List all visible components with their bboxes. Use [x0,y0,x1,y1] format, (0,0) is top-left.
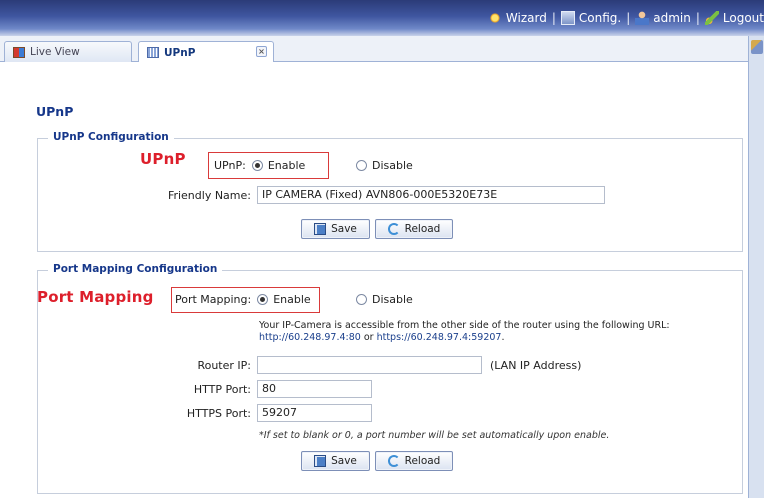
logout-link[interactable]: Logout [704,11,764,25]
upnp-enable-radio[interactable] [251,160,263,171]
side-panel [748,36,764,498]
upnp-annotation: UPnP [140,150,186,168]
enable-label: Enable [273,293,311,306]
user-icon [635,11,650,25]
port-save-button[interactable]: Save [301,451,370,471]
nav-separator: | [626,11,631,25]
monitor-icon [560,11,575,25]
logout-label: Logout [722,11,764,25]
nav-separator: | [695,11,700,25]
port-mapping-label: Port Mapping: [175,293,252,306]
tab-strip: Live View UPnP × [0,36,764,63]
upnp-disable-option: Disable [356,159,413,172]
wizard-icon [487,11,502,25]
network-icon [147,47,159,58]
main-panel: UPnP UPnP Configuration UPnP UPnP: Enabl… [16,62,746,498]
friendly-name-input[interactable]: IP CAMERA (Fixed) AVN806-000E5320E73E [257,186,605,204]
top-nav: Wizard | Config. | admin | Logout [487,9,764,27]
port-mapping-disable-option: Disable [356,293,413,306]
logout-icon [704,11,719,25]
friendly-name-row: Friendly Name: [155,189,251,202]
port-reload-button[interactable]: Reload [375,451,453,471]
upnp-radio-group: UPnP: Enable [214,159,305,172]
friendly-name-label: Friendly Name: [167,189,251,202]
router-ip-input[interactable] [257,356,482,374]
https-port-label: HTTPS Port: [186,407,251,420]
reload-icon [387,223,400,235]
wizard-label: Wizard [505,11,547,25]
access-info-text: Your IP-Camera is accessible from the ot… [259,320,670,331]
disable-label: Disable [372,159,413,172]
tab-upnp[interactable]: UPnP × [138,41,274,63]
nav-separator: | [551,11,556,25]
page-title: UPnP [36,104,74,119]
router-ip-row: Router IP: [155,359,251,372]
reload-label: Reload [404,223,441,235]
lan-ip-hint: (LAN IP Address) [490,359,582,372]
https-url-link[interactable]: https://60.248.97.4:59207 [377,332,502,343]
port-mapping-enable-radio[interactable] [257,294,269,305]
config-label: Config. [578,11,622,25]
http-port-input[interactable]: 80 [257,380,372,398]
http-port-label: HTTP Port: [193,383,251,396]
router-ip-label: Router IP: [197,359,251,372]
save-label: Save [331,223,357,235]
save-label: Save [331,455,357,467]
section-title: UPnP Configuration [48,131,174,143]
https-port-row: HTTPS Port: [155,407,251,420]
enable-label: Enable [267,159,306,172]
section-title: Port Mapping Configuration [48,263,223,275]
reload-icon [387,455,400,467]
tab-label: Live View [30,46,80,58]
https-port-input[interactable]: 59207 [257,404,372,422]
upnp-disable-radio[interactable] [356,160,367,171]
save-icon [314,455,327,467]
access-info: Your IP-Camera is accessible from the ot… [259,320,729,344]
save-icon [314,223,327,235]
port-mapping-disable-radio[interactable] [356,294,367,305]
upnp-save-button[interactable]: Save [301,219,370,239]
http-url-link[interactable]: http://60.248.97.4:80 [259,332,361,343]
live-view-icon [13,46,25,58]
port-mapping-radio-group: Port Mapping: Enable [175,293,311,306]
url-or-text: or [360,332,377,343]
disable-label: Disable [372,293,413,306]
tab-label: UPnP [164,46,196,59]
auto-port-note: *If set to blank or 0, a port number wil… [259,430,610,441]
top-bar: Wizard | Config. | admin | Logout [0,0,764,36]
reload-label: Reload [404,455,441,467]
close-icon[interactable]: × [256,46,267,57]
tab-live-view[interactable]: Live View [4,41,132,62]
admin-label: admin [653,11,691,25]
upnp-label: UPnP: [214,159,246,172]
port-mapping-annotation: Port Mapping [37,288,154,306]
admin-link[interactable]: admin [635,11,691,25]
panel-toggle-icon[interactable] [751,40,763,54]
url-period: . [501,332,505,343]
http-port-row: HTTP Port: [155,383,251,396]
access-urls: http://60.248.97.4:80 or https://60.248.… [259,332,729,344]
wizard-link[interactable]: Wizard [487,11,547,25]
upnp-reload-button[interactable]: Reload [375,219,453,239]
config-link[interactable]: Config. [560,11,622,25]
